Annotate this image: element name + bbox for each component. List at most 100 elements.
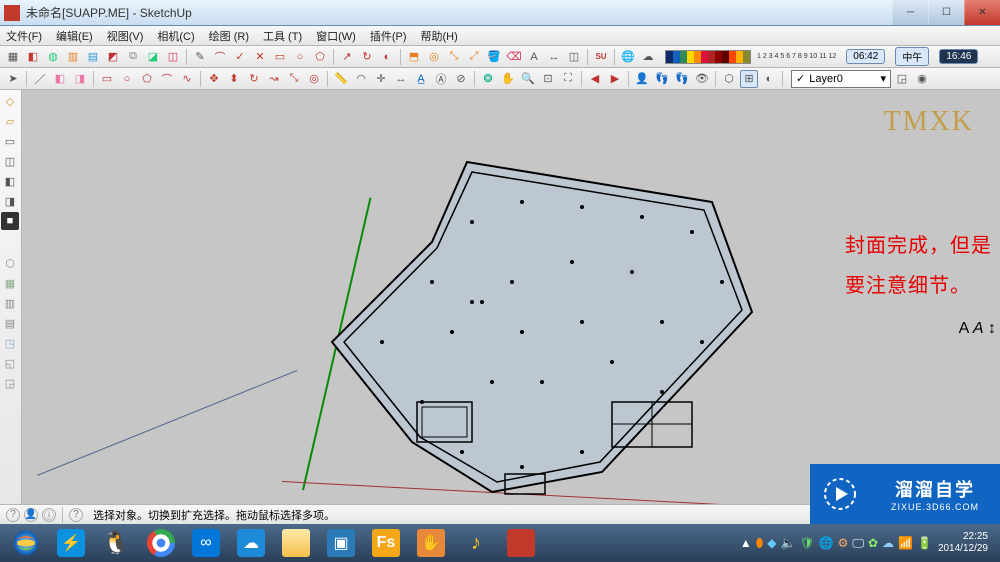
prev-icon[interactable]: ◀: [586, 70, 604, 88]
pushpull-icon[interactable]: ⬍: [225, 70, 243, 88]
globe-icon[interactable]: 🌐: [619, 48, 637, 66]
next-icon[interactable]: ▶: [606, 70, 624, 88]
protractor-icon[interactable]: ◠: [352, 70, 370, 88]
task-baidu[interactable]: ∞: [184, 526, 228, 560]
task-explorer[interactable]: [274, 526, 318, 560]
menu-file[interactable]: 文件(F): [6, 28, 42, 44]
chevron-icon[interactable]: ↕: [988, 320, 996, 337]
rect-icon[interactable]: ▭: [98, 70, 116, 88]
text-size-toggle[interactable]: A A ↕: [959, 320, 996, 338]
menu-edit[interactable]: 编辑(E): [56, 28, 93, 44]
tray-icon[interactable]: 🛡: [799, 536, 814, 550]
cloud-icon[interactable]: ☁: [639, 48, 657, 66]
iso-icon[interactable]: ⬡: [720, 70, 738, 88]
tool-icon[interactable]: ▥: [64, 48, 82, 66]
paint-icon[interactable]: 🪣: [485, 48, 503, 66]
style-icon[interactable]: ■: [1, 212, 19, 230]
select-icon[interactable]: ➤: [4, 70, 22, 88]
view-icon[interactable]: ▥: [1, 294, 19, 312]
view-icon[interactable]: ▦: [1, 274, 19, 292]
text-icon[interactable]: A: [525, 48, 543, 66]
style-icon[interactable]: ▱: [1, 112, 19, 130]
style-icon[interactable]: ◇: [1, 92, 19, 110]
tray-icon[interactable]: ▲: [740, 536, 752, 550]
task-sketchup[interactable]: [499, 526, 543, 560]
cyl-icon[interactable]: ◍: [44, 48, 62, 66]
help-icon[interactable]: ?: [6, 508, 20, 522]
circle-icon[interactable]: ○: [118, 70, 136, 88]
task-qq[interactable]: 🐧: [94, 526, 138, 560]
start-button[interactable]: [4, 526, 48, 560]
bucket-icon[interactable]: ◨: [71, 70, 89, 88]
layer-selector[interactable]: ✓ Layer0 ▾: [791, 70, 891, 88]
zoomext-icon[interactable]: ⛶: [559, 70, 577, 88]
3dtext-icon[interactable]: Ⓐ: [432, 70, 450, 88]
user-icon[interactable]: 👤: [24, 508, 38, 522]
task-hand[interactable]: ✋: [409, 526, 453, 560]
pan-icon[interactable]: ✋: [499, 70, 517, 88]
arc-icon[interactable]: ⌒: [158, 70, 176, 88]
section-icon[interactable]: ⊘: [452, 70, 470, 88]
menu-draw[interactable]: 绘图 (R): [209, 28, 249, 44]
walk-icon[interactable]: 👣: [653, 70, 671, 88]
tray-icon[interactable]: 🖵: [852, 536, 864, 551]
tape-icon[interactable]: 📏: [332, 70, 350, 88]
menu-help[interactable]: 帮助(H): [421, 28, 458, 44]
position-icon[interactable]: 👤: [633, 70, 651, 88]
push-icon[interactable]: ⬒: [405, 48, 423, 66]
hint-icon[interactable]: ?: [69, 508, 83, 522]
poly-icon[interactable]: ⬠: [311, 48, 329, 66]
followme-icon[interactable]: ↝: [265, 70, 283, 88]
dim-icon[interactable]: ↔: [545, 48, 563, 66]
tray-icon[interactable]: ◆: [767, 536, 776, 550]
offset-icon[interactable]: ◎: [425, 48, 443, 66]
eraser-icon[interactable]: ⌫: [505, 48, 523, 66]
zoomwin-icon[interactable]: ⊡: [539, 70, 557, 88]
su-icon[interactable]: SU: [592, 48, 610, 66]
menu-tools[interactable]: 工具 (T): [263, 28, 302, 44]
task-fs[interactable]: Fs: [364, 526, 408, 560]
task-video[interactable]: ▣: [319, 526, 363, 560]
walk-icon[interactable]: 👣: [673, 70, 691, 88]
clock[interactable]: 22:25 2014/12/29: [938, 531, 988, 555]
task-chrome[interactable]: [139, 526, 183, 560]
minimize-button[interactable]: ─: [892, 0, 928, 25]
cube-icon[interactable]: ◧: [24, 48, 42, 66]
shade-icon[interactable]: ◐: [760, 70, 778, 88]
maximize-button[interactable]: ☐: [928, 0, 964, 25]
tool-icon[interactable]: ◫: [164, 48, 182, 66]
style-icon[interactable]: ▭: [1, 132, 19, 150]
view-icon[interactable]: ⬡: [1, 254, 19, 272]
tool-icon[interactable]: ⧉: [124, 48, 142, 66]
layer-color-icon[interactable]: ◉: [913, 70, 931, 88]
tool-icon[interactable]: ⤢: [465, 48, 483, 66]
style-icon[interactable]: ◫: [1, 152, 19, 170]
move-icon[interactable]: ↗: [338, 48, 356, 66]
tray-icon[interactable]: ✿: [868, 536, 878, 550]
tray-icon[interactable]: 🔋: [917, 536, 932, 550]
eraser-icon[interactable]: ◧: [51, 70, 69, 88]
size-a[interactable]: A: [959, 320, 969, 337]
task-music[interactable]: ♪: [454, 526, 498, 560]
text-icon[interactable]: A̲: [412, 70, 430, 88]
menu-camera[interactable]: 相机(C): [157, 28, 194, 44]
view-icon[interactable]: ◲: [1, 374, 19, 392]
rotate-icon[interactable]: ↻: [245, 70, 263, 88]
rect-icon[interactable]: ▭: [271, 48, 289, 66]
tool-icon[interactable]: ✕: [251, 48, 269, 66]
view-icon[interactable]: ◱: [1, 354, 19, 372]
tape-icon[interactable]: ◫: [565, 48, 583, 66]
scale-icon[interactable]: ⤡: [285, 70, 303, 88]
orbit-icon[interactable]: ❂: [479, 70, 497, 88]
info-icon[interactable]: ⓘ: [42, 508, 56, 522]
tray-icon[interactable]: 🔈: [780, 536, 795, 550]
tray-icon[interactable]: 🌐: [819, 536, 834, 550]
line-icon[interactable]: ／: [31, 70, 49, 88]
pencil-icon[interactable]: ✎: [191, 48, 209, 66]
poly-icon[interactable]: ⬠: [138, 70, 156, 88]
menu-plugin[interactable]: 插件(P): [370, 28, 407, 44]
tool-icon[interactable]: ◪: [144, 48, 162, 66]
tray-icon[interactable]: ⬮: [756, 536, 764, 551]
rotate-icon[interactable]: ↻: [358, 48, 376, 66]
task-thunder[interactable]: ⚡: [49, 526, 93, 560]
